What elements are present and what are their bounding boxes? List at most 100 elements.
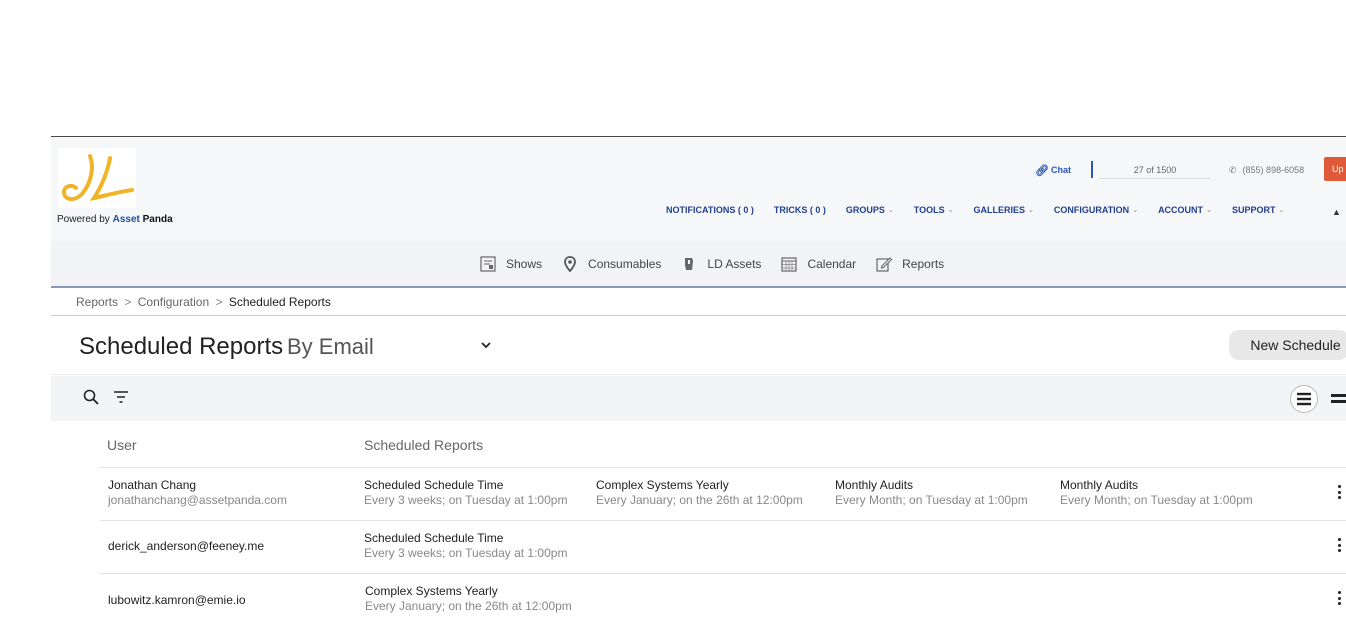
module-label: Reports xyxy=(902,257,945,271)
nav-item-label: TRICKS ( 0 ) xyxy=(773,205,826,215)
search-icon[interactable] xyxy=(83,389,99,405)
nav-item-support[interactable]: SUPPORT ⌄ xyxy=(1232,205,1284,215)
column-header-reports[interactable]: Scheduled Reports xyxy=(364,437,483,453)
module-calendar[interactable]: Calendar xyxy=(781,256,856,272)
table-row[interactable]: Jonathan Chang jonathanchang@assetpanda.… xyxy=(100,468,1346,521)
nav-item-groups[interactable]: GROUPS ⌄ xyxy=(846,205,894,215)
main-nav: NOTIFICATIONS ( 0 ) TRICKS ( 0 ) GROUPS ⌄ TO… xyxy=(666,205,1304,215)
nav-item-notifications[interactable]: NOTIFICATIONS ( 0 ) xyxy=(666,205,754,215)
nav-item-label: SUPPORT xyxy=(1231,205,1276,215)
table-toolbar xyxy=(51,376,1346,421)
scheduled-report[interactable]: Monthly Audits Every Month; on Tuesday a… xyxy=(835,478,1039,507)
table-header: User Scheduled Reports xyxy=(100,422,1346,468)
report-schedule: Every 3 weeks; on Tuesday at 1:00pm xyxy=(364,546,568,560)
breadcrumb-item-reports[interactable]: Reports xyxy=(76,295,118,309)
chevron-down-icon: ⌄ xyxy=(1027,207,1034,214)
user-email: lubowitz.kamron@emie.io xyxy=(108,593,246,607)
nav-item-label: TOOLS xyxy=(913,205,945,215)
module-reports[interactable]: Reports xyxy=(876,256,944,272)
user-email: jonathanchang@assetpanda.com xyxy=(108,493,287,507)
chevron-down-icon: ⌄ xyxy=(1206,207,1212,214)
usage-divider xyxy=(1091,161,1093,178)
phone-number: (855) 898-6058 xyxy=(1242,165,1305,175)
row-menu-icon[interactable] xyxy=(1337,538,1343,556)
shows-icon xyxy=(480,256,496,272)
filter-icon[interactable] xyxy=(113,390,129,404)
scheduled-report[interactable]: Complex Systems Yearly Every January; on… xyxy=(365,584,585,613)
nav-item-account[interactable]: ACCOUNT ⌄ xyxy=(1158,205,1212,215)
asset-tag-icon xyxy=(681,256,697,272)
schedules-table: User Scheduled Reports Jonathan Chang jo… xyxy=(100,422,1346,622)
chevron-down-icon[interactable] xyxy=(481,340,491,350)
breadcrumb-separator: > xyxy=(215,295,223,309)
nav-item-tools[interactable]: TOOLS ⌄ xyxy=(914,205,954,215)
breadcrumb-item-configuration[interactable]: Configuration xyxy=(138,295,209,309)
module-nav: Shows Consumables LD Assets Calendar Rep… xyxy=(51,241,1346,288)
chat-link[interactable]: 🔗︎ Chat xyxy=(1035,161,1071,179)
chevron-down-icon: ⌄ xyxy=(1132,207,1139,214)
row-menu-icon[interactable] xyxy=(1337,591,1343,609)
nav-item-galleries[interactable]: GALLERIES ⌄ xyxy=(973,205,1033,215)
report-name: Complex Systems Yearly xyxy=(365,584,498,598)
breadcrumb: Reports > Configuration > Scheduled Repo… xyxy=(51,289,1346,316)
nav-item-tricks[interactable]: TRICKS ( 0 ) xyxy=(774,205,826,215)
chevron-down-icon: ⌄ xyxy=(947,207,954,214)
report-schedule: Every 3 weeks; on Tuesday at 1:00pm xyxy=(364,493,568,507)
nav-item-label: ACCOUNT xyxy=(1158,205,1204,215)
nav-item-label: GALLERIES xyxy=(973,205,1025,215)
report-name: Monthly Audits xyxy=(835,478,914,492)
list-icon xyxy=(1297,392,1311,406)
nav-item-configuration[interactable]: CONFIGURATION ⌄ xyxy=(1054,205,1138,215)
view-select[interactable]: By Email xyxy=(287,334,497,362)
powered-by-text: Powered by Asset Panda xyxy=(57,214,173,225)
phone-icon: ✆ xyxy=(1229,164,1237,175)
scheduled-report[interactable]: Scheduled Schedule Time Every 3 weeks; o… xyxy=(364,478,576,507)
user-cell: derick_anderson@feeney.me xyxy=(108,539,264,553)
nav-item-label: NOTIFICATIONS ( 0 ) xyxy=(666,205,754,215)
user-email: derick_anderson@feeney.me xyxy=(108,539,265,553)
report-name: Scheduled Schedule Time xyxy=(364,531,504,545)
table-row[interactable]: lubowitz.kamron@emie.io Complex Systems … xyxy=(100,574,1346,622)
report-schedule: Every January; on the 26th at 12:00pm xyxy=(596,493,803,507)
chevron-down-icon: ⌄ xyxy=(1278,207,1285,214)
chat-label: Chat xyxy=(1050,165,1071,175)
page-title: Scheduled Reports xyxy=(79,333,284,360)
powered-panda: Panda xyxy=(142,214,173,225)
breadcrumb-separator: > xyxy=(124,295,132,309)
jl-logo-icon xyxy=(61,154,134,201)
scheduled-report[interactable]: Monthly Audits Every Month; on Tuesday a… xyxy=(1060,478,1264,507)
page-header: Scheduled Reports By Email New Schedule xyxy=(51,317,1346,375)
powered-asset: Asset xyxy=(112,214,140,225)
module-consumables[interactable]: Consumables xyxy=(562,256,661,273)
support-phone[interactable]: ✆ (855) 898-6058 xyxy=(1229,161,1304,179)
chevron-down-icon: ⌄ xyxy=(887,207,894,214)
density-compact-button[interactable] xyxy=(1290,385,1318,413)
user-cell: lubowitz.kamron@emie.io xyxy=(108,593,246,607)
new-schedule-button[interactable]: New Schedule xyxy=(1229,330,1346,360)
company-logo[interactable] xyxy=(58,148,136,208)
report-schedule: Every Month; on Tuesday at 1:00pm xyxy=(1060,493,1253,507)
report-name: Complex Systems Yearly xyxy=(596,478,729,492)
user-name: Jonathan Chang xyxy=(108,478,197,492)
module-shows[interactable]: Shows xyxy=(480,256,542,272)
report-name: Scheduled Schedule Time xyxy=(364,478,504,492)
scheduled-report[interactable]: Complex Systems Yearly Every January; on… xyxy=(596,478,818,507)
report-schedule: Every Month; on Tuesday at 1:00pm xyxy=(835,493,1028,507)
user-icon[interactable]: ▲ xyxy=(1332,207,1341,217)
module-label: Calendar xyxy=(807,257,857,271)
nav-item-label: GROUPS xyxy=(845,205,885,215)
report-schedule: Every January; on the 26th at 12:00pm xyxy=(365,599,572,613)
scheduled-report[interactable]: Scheduled Schedule Time Every 3 weeks; o… xyxy=(364,531,576,560)
table-row[interactable]: derick_anderson@feeney.me Scheduled Sche… xyxy=(100,521,1346,574)
row-menu-icon[interactable] xyxy=(1337,485,1343,503)
density-comfortable-icon[interactable] xyxy=(1331,392,1346,406)
powered-prefix: Powered by xyxy=(57,214,113,225)
breadcrumb-current: Scheduled Reports xyxy=(228,295,331,309)
report-name: Monthly Audits xyxy=(1060,478,1139,492)
asset-count: 27 of 1500 xyxy=(1099,161,1211,179)
link-icon: 🔗︎ xyxy=(1035,164,1049,177)
module-ld-assets[interactable]: LD Assets xyxy=(681,256,761,272)
calendar-icon xyxy=(781,256,798,272)
upgrade-button[interactable]: Up xyxy=(1324,157,1346,181)
column-header-user[interactable]: User xyxy=(107,437,137,453)
